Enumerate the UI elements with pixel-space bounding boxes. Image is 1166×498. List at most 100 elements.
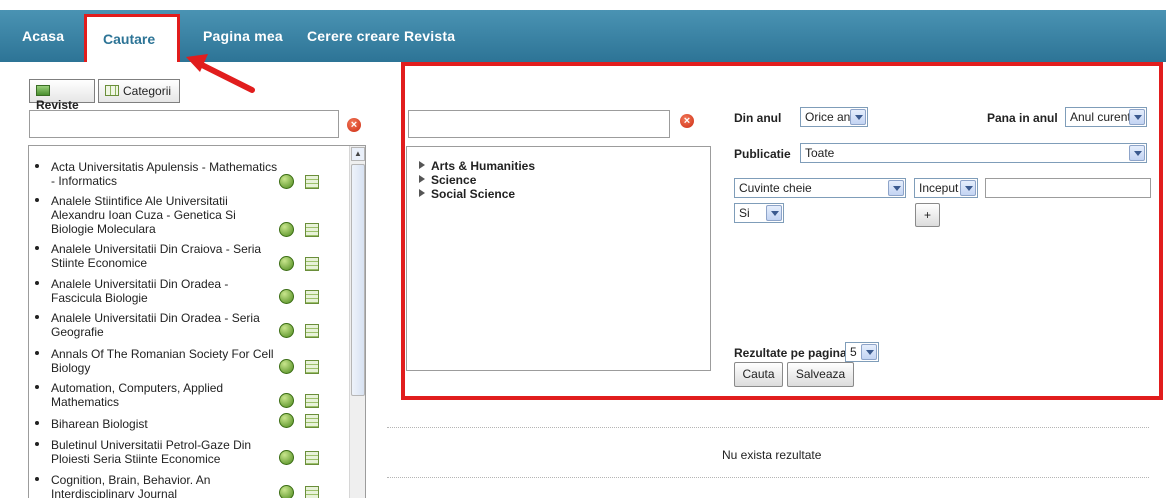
tree-item-arts-humanities[interactable]: Arts & Humanities [419, 159, 536, 173]
category-search-input[interactable] [408, 110, 670, 138]
journal-list-scrollbar[interactable]: ▲ [349, 146, 365, 498]
list-item[interactable]: Annals Of The Romanian Society For Cell … [29, 347, 349, 377]
dropdown-arrow-icon[interactable] [1129, 145, 1145, 161]
list-item[interactable]: Analele Universitatii Din Oradea - Seria… [29, 311, 349, 341]
table-icon[interactable] [305, 324, 319, 338]
list-item[interactable]: Automation, Computers, Applied Mathemati… [29, 381, 349, 411]
globe-icon[interactable] [279, 323, 294, 338]
folder-icon [36, 85, 50, 96]
journal-title[interactable]: Annals Of The Romanian Society For Cell … [51, 347, 281, 375]
list-item[interactable]: Analele Stiintifice Ale Universitatii Al… [29, 194, 349, 238]
journal-title[interactable]: Analele Universitatii Din Oradea - Fasci… [51, 277, 281, 305]
journal-title[interactable]: Biharean Biologist [51, 417, 281, 431]
expand-icon[interactable] [419, 189, 425, 197]
scroll-up-icon[interactable]: ▲ [351, 147, 365, 161]
to-year-label: Pana in anul [987, 111, 1058, 125]
dropdown-arrow-icon[interactable] [850, 109, 866, 125]
tree-item-science[interactable]: Science [419, 173, 477, 187]
expand-icon[interactable] [419, 161, 425, 169]
from-year-select[interactable]: Orice an [800, 107, 868, 127]
journal-title[interactable]: Acta Universitatis Apulensis - Mathemati… [51, 160, 281, 188]
list-item[interactable]: Buletinul Universitatii Petrol-Gaze Din … [29, 438, 349, 468]
to-year-select[interactable]: Anul curent [1065, 107, 1147, 127]
table-icon[interactable] [305, 360, 319, 374]
journal-title[interactable]: Analele Stiintifice Ale Universitatii Al… [51, 194, 281, 236]
globe-icon[interactable] [279, 256, 294, 271]
search-button[interactable]: Cauta [734, 362, 783, 387]
per-page-select[interactable]: 5 [845, 342, 879, 362]
save-button[interactable]: Salveaza [787, 362, 854, 387]
globe-icon[interactable] [279, 289, 294, 304]
nav-item-acasa[interactable]: Acasa [22, 28, 64, 44]
bullet [35, 477, 39, 481]
tree-item-social-science[interactable]: Social Science [419, 187, 516, 201]
globe-icon[interactable] [279, 222, 294, 237]
publication-select[interactable]: Toate [800, 143, 1147, 163]
expand-icon[interactable] [419, 175, 425, 183]
list-item[interactable]: Analele Universitatii Din Oradea - Fasci… [29, 277, 349, 307]
no-results-text: Nu exista rezultate [722, 448, 822, 462]
globe-icon[interactable] [279, 485, 294, 498]
dropdown-arrow-icon[interactable] [960, 180, 976, 196]
globe-icon[interactable] [279, 359, 294, 374]
clear-category-search-icon[interactable]: × [680, 114, 694, 128]
divider [387, 477, 1149, 478]
tree-item-label: Science [431, 173, 477, 187]
list-item[interactable]: Cognition, Brain, Behavior. An Interdisc… [29, 473, 349, 498]
bullet [35, 281, 39, 285]
journal-title[interactable]: Cognition, Brain, Behavior. An Interdisc… [51, 473, 281, 498]
globe-icon[interactable] [279, 450, 294, 465]
journal-list[interactable]: Acta Universitatis Apulensis - Mathemati… [28, 145, 366, 498]
nav-item-pagina-mea[interactable]: Pagina mea [203, 28, 283, 44]
journal-title[interactable]: Automation, Computers, Applied Mathemati… [51, 381, 281, 409]
bullet [35, 198, 39, 202]
table-icon[interactable] [305, 175, 319, 189]
publication-value: Toate [805, 146, 835, 160]
journal-search-input[interactable] [29, 110, 339, 138]
nav-item-cautare[interactable]: Cautare [84, 14, 180, 62]
top-margin [0, 0, 1166, 10]
list-item[interactable]: Acta Universitatis Apulensis - Mathemati… [29, 160, 349, 190]
tab-categorii[interactable]: Categorii [98, 79, 180, 103]
match-type-select[interactable]: Inceput [914, 178, 978, 198]
scroll-thumb[interactable] [351, 164, 365, 396]
table-icon[interactable] [305, 223, 319, 237]
tree-item-label: Social Science [431, 187, 516, 201]
table-icon[interactable] [305, 394, 319, 408]
nav-item-cerere-revista[interactable]: Cerere creare Revista [307, 28, 455, 44]
operator-select[interactable]: Si [734, 203, 784, 223]
search-term-input[interactable] [985, 178, 1151, 198]
divider [387, 427, 1149, 428]
bullet [35, 351, 39, 355]
search-field-value: Cuvinte cheie [739, 181, 812, 195]
clear-journal-search-icon[interactable]: × [347, 118, 361, 132]
list-item[interactable]: Analele Universitatii Din Craiova - Seri… [29, 242, 349, 272]
operator-value: Si [739, 206, 750, 220]
dropdown-arrow-icon[interactable] [861, 344, 877, 360]
dropdown-arrow-icon[interactable] [888, 180, 904, 196]
bullet [35, 442, 39, 446]
list-item[interactable]: Biharean Biologist [29, 413, 349, 435]
globe-icon[interactable] [279, 393, 294, 408]
tab-reviste[interactable]: Reviste [29, 79, 95, 112]
grid-icon [105, 85, 119, 96]
table-icon[interactable] [305, 257, 319, 271]
table-icon[interactable] [305, 486, 319, 498]
table-icon[interactable] [305, 451, 319, 465]
table-icon[interactable] [305, 290, 319, 304]
journal-title[interactable]: Analele Universitatii Din Craiova - Seri… [51, 242, 281, 270]
globe-icon[interactable] [279, 413, 294, 428]
dropdown-arrow-icon[interactable] [766, 205, 782, 221]
journal-title[interactable]: Analele Universitatii Din Oradea - Seria… [51, 311, 281, 339]
globe-icon[interactable] [279, 174, 294, 189]
bullet [35, 164, 39, 168]
category-tree: Arts & Humanities Science Social Science [406, 146, 711, 371]
tree-item-label: Arts & Humanities [431, 159, 536, 173]
journal-title[interactable]: Buletinul Universitatii Petrol-Gaze Din … [51, 438, 281, 466]
dropdown-arrow-icon[interactable] [1129, 109, 1145, 125]
search-field-select[interactable]: Cuvinte cheie [734, 178, 906, 198]
table-icon[interactable] [305, 414, 319, 428]
bullet [35, 246, 39, 250]
add-criteria-button[interactable]: + [915, 203, 940, 227]
to-year-value: Anul curent [1070, 110, 1131, 124]
